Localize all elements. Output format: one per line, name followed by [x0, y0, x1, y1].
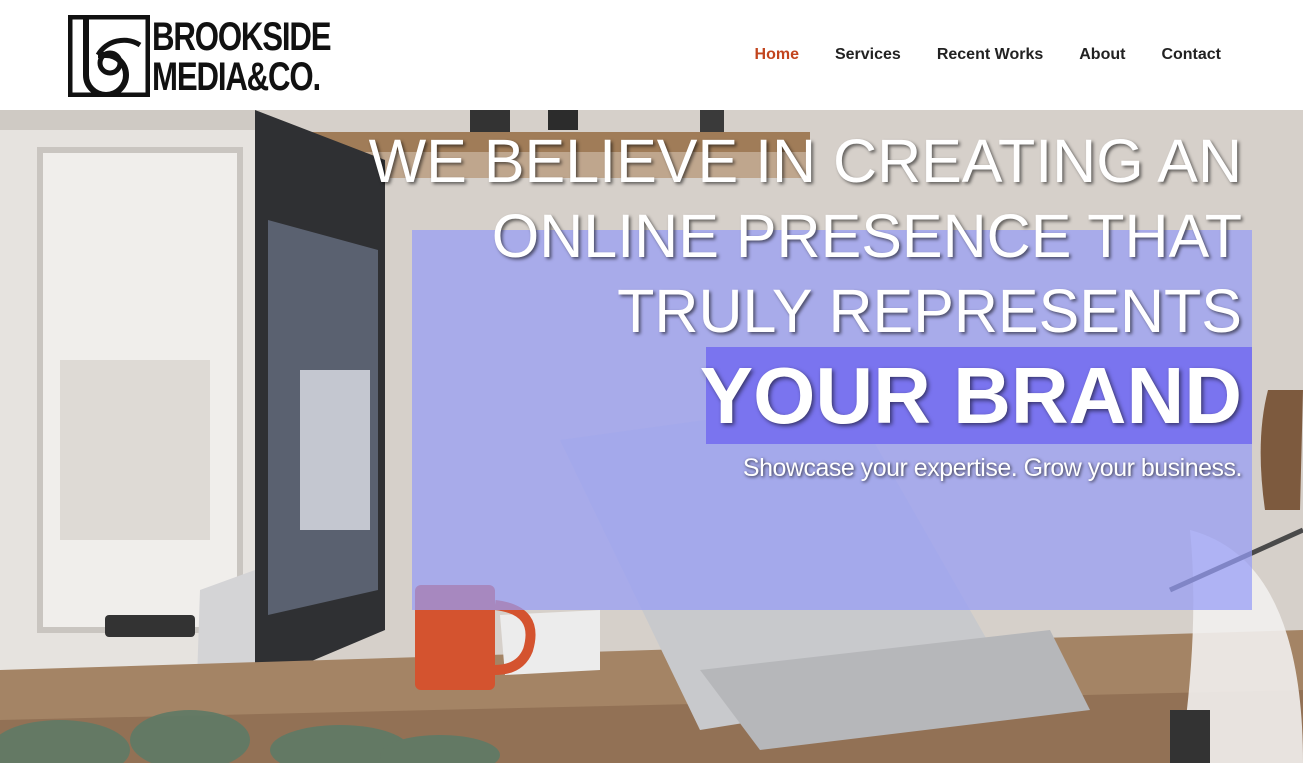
brand-logo[interactable]: BROOKSIDE MEDIA&CO. — [68, 15, 332, 99]
hero-headline: WE BELIEVE IN CREATING AN ONLINE PRESENC… — [369, 124, 1242, 349]
headline-emphasis: YOUR BRAND — [699, 351, 1242, 440]
nav-about[interactable]: About — [1079, 46, 1125, 64]
logo-line-1: BROOKSIDE — [152, 15, 332, 59]
logo-wordmark: BROOKSIDE MEDIA&CO. — [152, 15, 332, 99]
nav-recent-works[interactable]: Recent Works — [937, 46, 1043, 64]
nav-services[interactable]: Services — [835, 46, 901, 64]
hero-tagline: Showcase your expertise. Grow your busin… — [742, 454, 1243, 482]
headline-line-1: WE BELIEVE IN CREATING AN — [368, 127, 1242, 195]
nav-home[interactable]: Home — [755, 46, 799, 64]
b-monogram-icon — [68, 15, 150, 97]
headline-line-2: ONLINE PRESENCE THAT — [491, 202, 1242, 270]
site-header: BROOKSIDE MEDIA&CO. Home Services Recent… — [0, 0, 1303, 110]
headline-line-3: TRULY REPRESENTS — [617, 277, 1242, 345]
nav-contact[interactable]: Contact — [1161, 46, 1221, 64]
logo-line-2: MEDIA&CO. — [152, 55, 321, 99]
main-nav: Home Services Recent Works About Contact — [719, 46, 1221, 64]
